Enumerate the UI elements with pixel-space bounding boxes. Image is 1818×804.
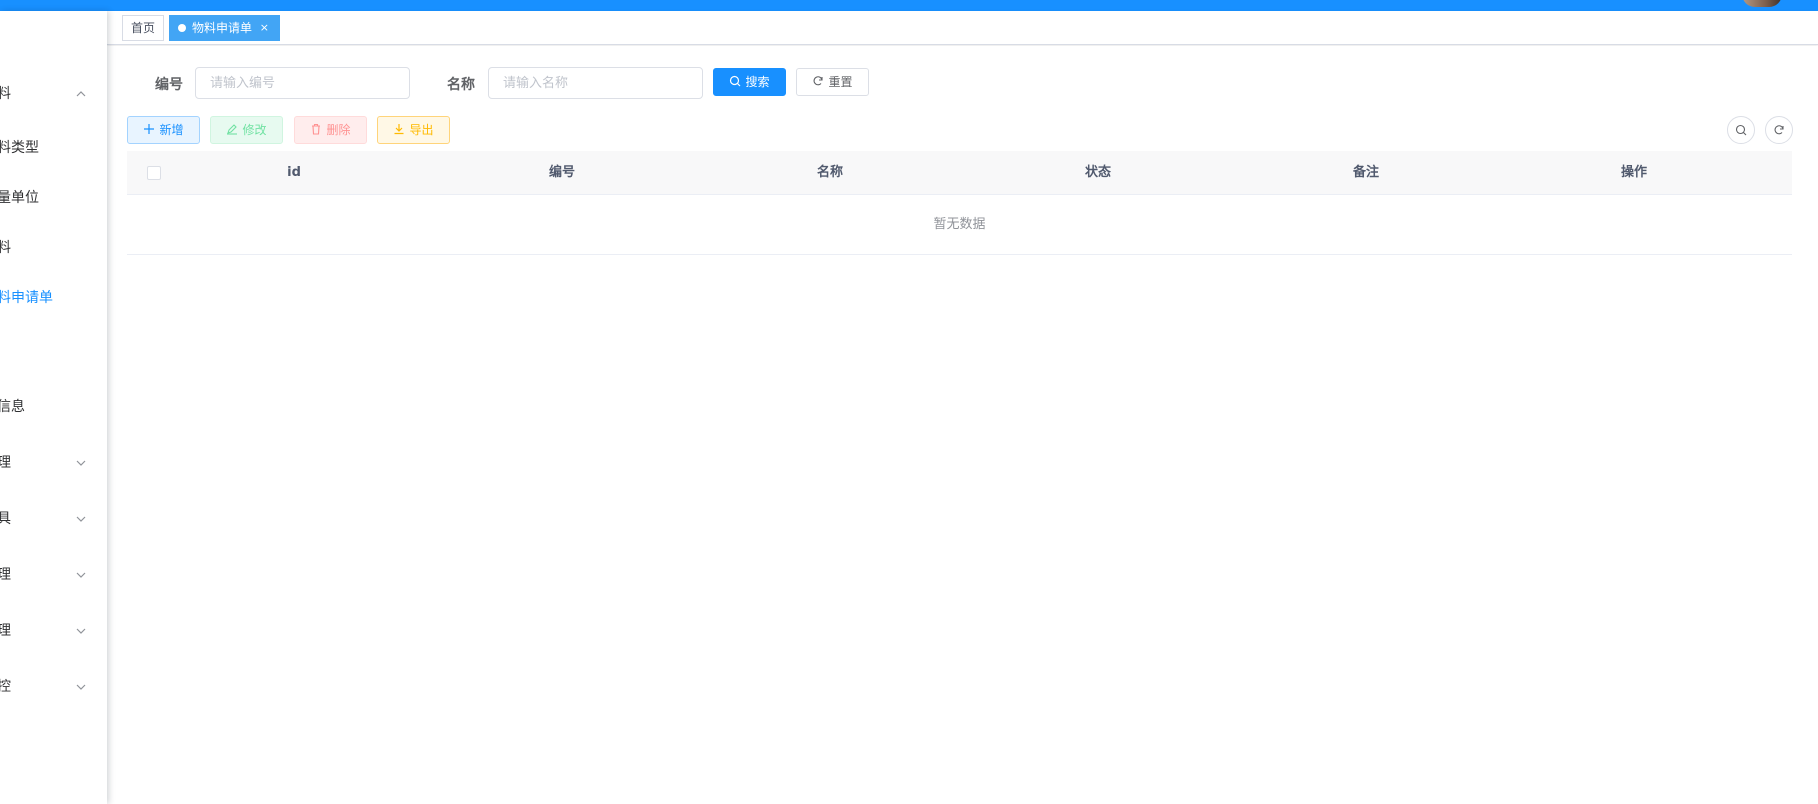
sidebar-item-material[interactable]: 料 [0, 80, 107, 108]
sidebar-item-label: 料 [0, 240, 11, 256]
sidebar-item-label: 量单位 [0, 190, 39, 206]
search-button[interactable]: 搜索 [713, 68, 786, 96]
sidebar: 料 料类型 量单位 料 料申请单 信息 理 具 理 理 控 [0, 11, 107, 804]
tag-material-request[interactable]: 物料申请单 × [169, 15, 280, 41]
export-button-label: 导出 [409, 123, 434, 137]
add-button[interactable]: 新增 [127, 116, 200, 144]
sidebar-item-label: 理 [0, 567, 11, 583]
sidebar-item-material-info[interactable]: 料 [0, 234, 107, 262]
sidebar-item-label: 控 [0, 679, 11, 695]
trash-icon [310, 123, 322, 135]
chevron-down-icon [75, 569, 87, 581]
sidebar-item-monitor[interactable]: 控 [0, 673, 107, 701]
sidebar-item-unit[interactable]: 量单位 [0, 184, 107, 212]
main-content: 编号 名称 搜索 重置 新增 修改 删除 导出 [107, 46, 1818, 804]
sidebar-item-label: 料类型 [0, 140, 39, 156]
column-header-code: 编号 [548, 165, 575, 180]
delete-button-label: 删除 [326, 123, 351, 137]
search-icon [1735, 124, 1747, 136]
plus-icon [143, 123, 155, 135]
delete-button[interactable]: 删除 [294, 116, 367, 144]
column-header-remark: 备注 [1352, 165, 1379, 180]
tags-view-bar: 首页 物料申请单 × [107, 11, 1818, 45]
search-button-label: 搜索 [745, 75, 770, 89]
reset-button-label: 重置 [828, 75, 853, 89]
top-navbar [0, 0, 1818, 11]
data-table: id 编号 名称 状态 备注 操作 暂无数据 [127, 151, 1792, 255]
active-dot-icon [178, 24, 186, 32]
sidebar-item-label: 具 [0, 511, 11, 527]
column-header-name: 名称 [816, 165, 843, 180]
sidebar-item-material-request[interactable]: 料申请单 [0, 284, 107, 312]
table-header: id 编号 名称 状态 备注 操作 [127, 151, 1792, 195]
chevron-down-icon [75, 625, 87, 637]
sidebar-item-material-type[interactable]: 料类型 [0, 134, 107, 162]
refresh-icon [1774, 125, 1784, 135]
download-icon [393, 123, 405, 135]
tag-label: 首页 [131, 21, 156, 35]
chevron-up-icon [75, 88, 87, 100]
export-button[interactable]: 导出 [377, 116, 450, 144]
reset-button[interactable]: 重置 [796, 68, 869, 96]
edit-icon [226, 123, 238, 135]
sidebar-item-manage-2[interactable]: 理 [0, 561, 107, 589]
add-button-label: 新增 [159, 123, 184, 137]
code-label: 编号 [155, 77, 183, 93]
sidebar-item-label: 理 [0, 455, 11, 471]
column-header-actions: 操作 [1620, 165, 1647, 180]
chevron-down-icon [75, 513, 87, 525]
name-label: 名称 [447, 77, 475, 93]
column-header-status: 状态 [1084, 165, 1111, 180]
refresh-icon [812, 75, 824, 87]
edit-button[interactable]: 修改 [210, 116, 283, 144]
refresh-button[interactable] [1765, 116, 1793, 144]
chevron-down-icon [75, 457, 87, 469]
sidebar-item-label: 料 [0, 86, 11, 102]
sidebar-item-manage-1[interactable]: 理 [0, 449, 107, 477]
tag-label: 物料申请单 [192, 21, 253, 35]
edit-button-label: 修改 [242, 123, 267, 137]
name-input[interactable] [488, 67, 703, 99]
sidebar-item-manage-3[interactable]: 理 [0, 617, 107, 645]
column-header-id: id [287, 165, 301, 180]
sidebar-item-info[interactable]: 信息 [0, 393, 107, 421]
tag-home[interactable]: 首页 [122, 15, 164, 41]
table-empty-text: 暂无数据 [127, 195, 1792, 255]
sidebar-item-label: 理 [0, 623, 11, 639]
toggle-search-button[interactable] [1727, 116, 1755, 144]
select-all-checkbox[interactable] [147, 166, 161, 180]
sidebar-item-label: 料申请单 [0, 290, 53, 306]
sidebar-item-label: 信息 [0, 399, 25, 415]
search-icon [729, 75, 741, 87]
sidebar-item-tools[interactable]: 具 [0, 505, 107, 533]
chevron-down-icon [75, 681, 87, 693]
code-input[interactable] [195, 67, 410, 99]
close-icon[interactable]: × [260, 16, 269, 40]
